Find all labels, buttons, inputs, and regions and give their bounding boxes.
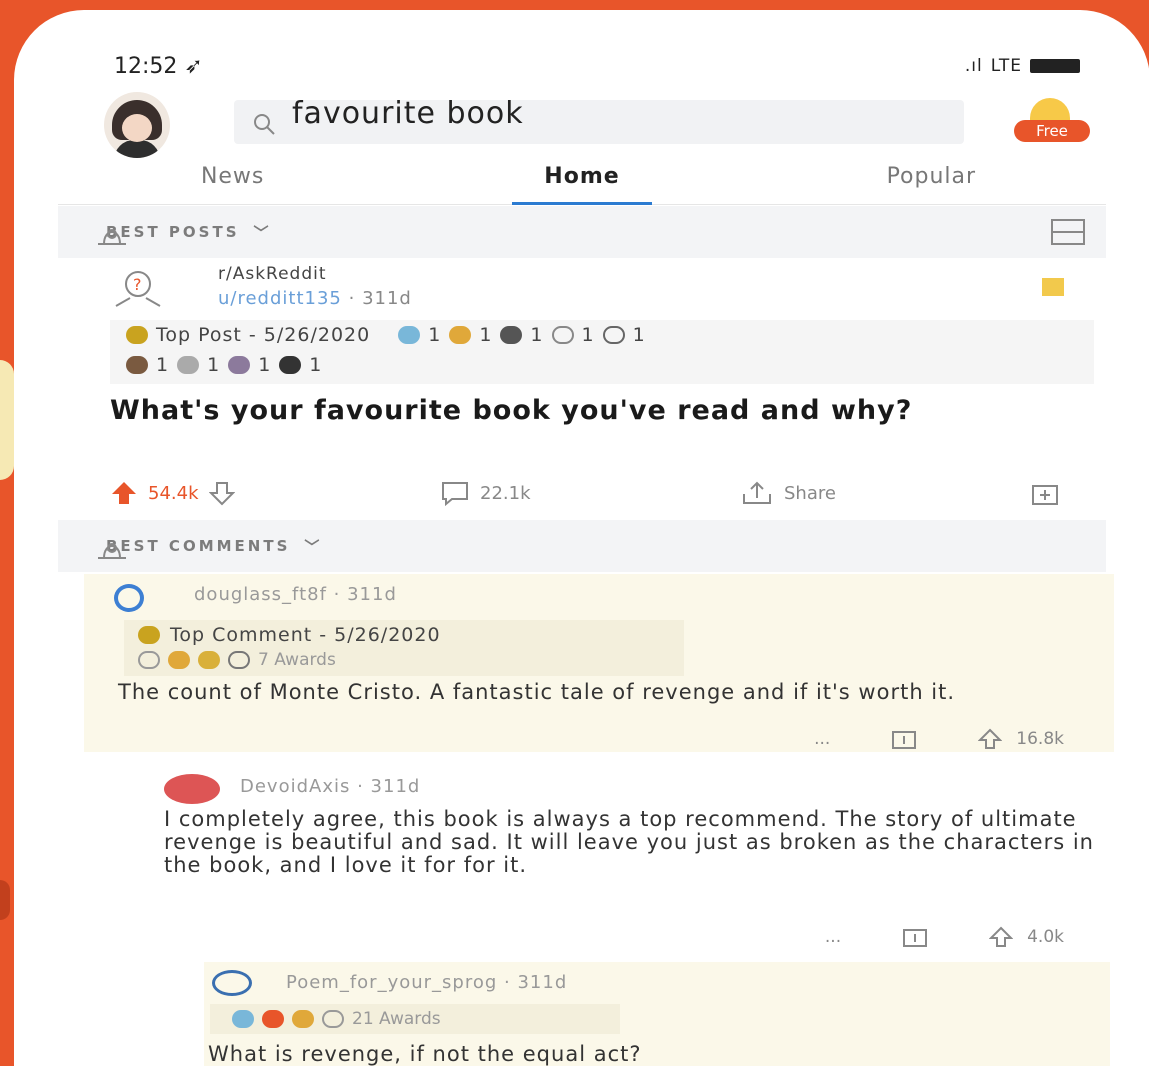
award-icon <box>551 326 574 344</box>
commenter-avatar[interactable] <box>114 584 144 612</box>
phone-screen: 12:52 ➶ .ıl LTE favourite book Free News… <box>14 10 1149 1066</box>
upvote-count: 54.4k <box>148 482 199 504</box>
comment-upvote-count: 16.8k <box>1016 729 1064 749</box>
more-options-button[interactable]: ... <box>825 927 841 947</box>
award-icon <box>322 1010 344 1028</box>
post-card[interactable]: ? r/AskReddit u/redditt135 · 311d Top Po… <box>58 258 1106 524</box>
share-button[interactable]: Share <box>740 480 836 506</box>
award-icon <box>292 1010 314 1028</box>
status-bar: 12:52 ➶ .ıl LTE <box>114 48 1080 84</box>
comment-author[interactable]: douglass_ft8f · 311d <box>194 584 397 605</box>
feed-tabs: News Home Popular <box>58 152 1106 205</box>
gift-icon[interactable] <box>890 728 918 750</box>
card-view-icon[interactable] <box>1050 218 1086 246</box>
upvote-icon[interactable] <box>110 480 138 506</box>
subreddit-name[interactable]: r/AskReddit <box>218 264 327 284</box>
award-icon <box>232 1010 254 1028</box>
vote-controls: 54.4k <box>110 480 235 506</box>
top-post-label: Top Post - 5/26/2020 <box>156 324 371 346</box>
best-comments-label: BEST COMMENTS <box>106 537 291 555</box>
award-count: 7 Awards <box>258 650 336 670</box>
reply-actions: ... 4.0k <box>825 926 1064 948</box>
profile-avatar[interactable] <box>104 92 170 158</box>
comment-body: The count of Monte Cristo. A fantastic t… <box>118 680 956 704</box>
background-decoration <box>0 880 10 920</box>
top-comment-label: Top Comment - 5/26/2020 <box>170 624 441 646</box>
search-bar[interactable]: favourite book <box>234 96 964 144</box>
rocket-icon <box>98 229 126 245</box>
comment-card[interactable]: douglass_ft8f · 311d Top Comment - 5/26/… <box>84 574 1114 752</box>
award-icon <box>138 651 160 669</box>
share-icon <box>743 481 771 504</box>
rocket-icon <box>98 543 126 559</box>
nested-reply-awards: 21 Awards <box>210 1004 620 1034</box>
award-icon <box>279 356 302 374</box>
app-header: favourite book Free <box>104 92 1090 158</box>
reply-upvote-count: 4.0k <box>1027 927 1064 947</box>
post-awards: Top Post - 5/26/2020 1 1 1 1 1 1 1 1 1 <box>110 320 1094 384</box>
award-icon <box>398 326 421 344</box>
free-label: Free <box>1014 120 1090 142</box>
subreddit-icon: ? <box>115 271 161 307</box>
free-coins-button[interactable]: Free <box>1010 98 1090 148</box>
network-label: LTE <box>990 56 1022 76</box>
upvote-icon[interactable] <box>978 728 1003 750</box>
signal-icon: .ıl <box>964 56 983 76</box>
battery-icon <box>1030 59 1080 73</box>
tab-news[interactable]: News <box>58 152 407 204</box>
nested-reply-body: What is revenge, if not the equal act? <box>208 1042 642 1066</box>
reply-card[interactable]: DevoidAxis · 311d I completely agree, th… <box>160 766 1110 956</box>
nested-reply-card[interactable]: Poem_for_your_sprog · 311d 21 Awards Wha… <box>204 962 1110 1066</box>
comments-button[interactable]: 22.1k <box>440 480 531 506</box>
top-post-badge-icon <box>126 326 148 344</box>
fire-award-icon <box>262 1010 284 1028</box>
tab-home[interactable]: Home <box>407 152 756 204</box>
comment-actions: ... 16.8k <box>814 728 1064 750</box>
more-options-button[interactable]: ... <box>814 729 830 749</box>
status-indicators: .ıl LTE <box>965 56 1080 76</box>
svg-text:?: ? <box>133 275 142 294</box>
comment-icon <box>442 482 468 506</box>
best-comments-sort[interactable]: BEST COMMENTS ﹀ <box>58 520 1106 572</box>
best-posts-sort[interactable]: BEST POSTS ﹀ <box>58 206 1106 258</box>
share-label: Share <box>784 482 836 504</box>
chevron-down-icon: ﹀ <box>304 537 323 556</box>
award-icon <box>228 651 250 669</box>
nested-reply-author[interactable]: Poem_for_your_sprog · 311d <box>286 972 567 993</box>
commenter-avatar[interactable] <box>164 774 220 804</box>
upvote-icon[interactable] <box>989 926 1014 948</box>
award-count: 21 Awards <box>352 1009 441 1029</box>
chevron-down-icon: ﹀ <box>253 223 272 242</box>
background-decoration <box>0 360 14 480</box>
commenter-avatar[interactable] <box>212 970 252 996</box>
award-icon <box>126 356 148 374</box>
award-icon <box>228 356 251 374</box>
post-title[interactable]: What's your favourite book you've read a… <box>110 396 1010 425</box>
comment-count: 22.1k <box>480 482 531 504</box>
tab-popular[interactable]: Popular <box>757 152 1106 204</box>
reply-body: I completely agree, this book is always … <box>164 807 1094 877</box>
top-comment-badge-icon <box>138 626 160 644</box>
award-icon <box>500 326 523 344</box>
award-icon <box>449 326 472 344</box>
status-time: 12:52 ➶ <box>114 53 203 79</box>
award-icon <box>168 651 190 669</box>
reply-author[interactable]: DevoidAxis · 311d <box>240 776 420 797</box>
post-actions: 54.4k 22.1k Share <box>110 476 1086 512</box>
award-icon <box>198 651 220 669</box>
gift-icon[interactable] <box>901 926 929 948</box>
delete-icon[interactable] <box>1042 278 1064 296</box>
downvote-icon[interactable] <box>208 480 235 506</box>
award-icon <box>602 326 625 344</box>
search-input[interactable]: favourite book <box>292 96 524 131</box>
give-award-button[interactable] <box>1030 480 1060 506</box>
search-icon <box>254 114 275 135</box>
comment-awards: Top Comment - 5/26/2020 7 Awards <box>124 620 684 676</box>
gift-icon <box>1032 485 1058 505</box>
award-icon <box>177 356 200 374</box>
post-author[interactable]: u/redditt135 · 311d <box>218 288 412 309</box>
